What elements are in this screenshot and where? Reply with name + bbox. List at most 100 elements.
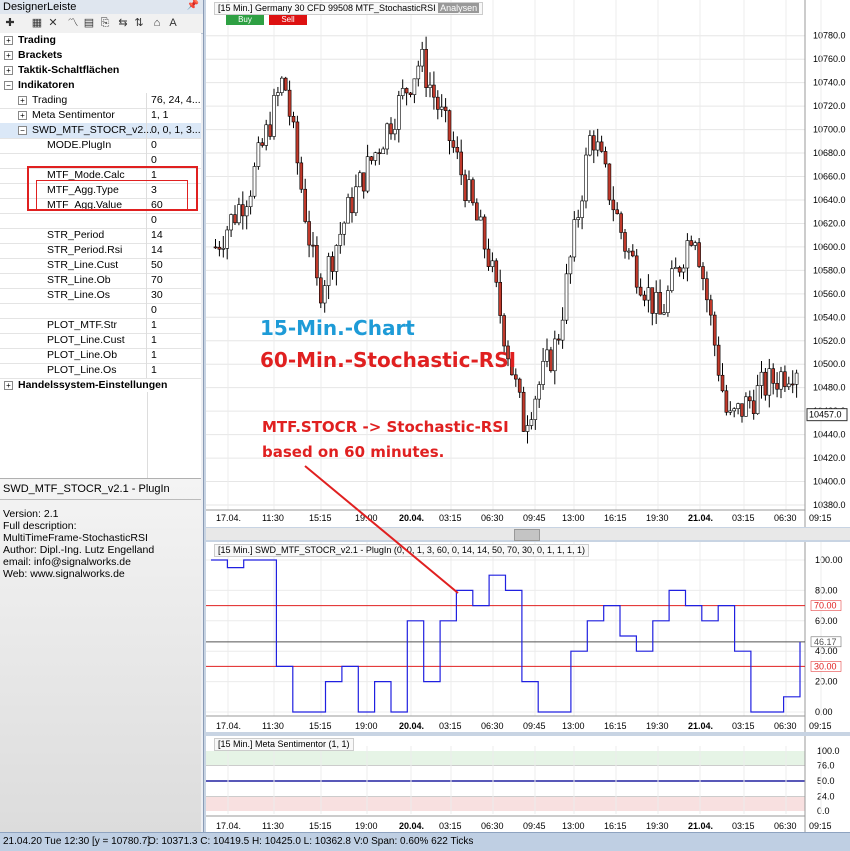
param-value[interactable]: 1 bbox=[146, 363, 201, 378]
indicator-meta-sentimentor[interactable]: + Meta Sentimentor 1, 1 bbox=[0, 108, 201, 124]
param-value[interactable]: 70 bbox=[146, 273, 201, 288]
y-tick-label: 10420.0 bbox=[813, 453, 846, 463]
param-value[interactable]: 1 bbox=[146, 348, 201, 363]
param-label: STR_Line.Ob bbox=[47, 274, 111, 286]
x-tick-label: 11:30 bbox=[262, 821, 284, 831]
sentimentor-pane[interactable]: 100.0 76.0 50.0 24.0 0.0 17.04. 11:30 15:15 19:0… bbox=[206, 736, 850, 832]
candle-body bbox=[276, 92, 280, 96]
param-value[interactable]: 0 bbox=[146, 213, 201, 228]
stochrsi-pane[interactable]: 100.00 80.00 60.00 40.00 20.00 0.00 17.04. 11:3… bbox=[206, 542, 850, 732]
tree-group-taktik[interactable]: + Taktik-Schaltflächen bbox=[0, 63, 201, 78]
delete-icon[interactable]: ✕ bbox=[46, 16, 60, 30]
indicator-trading[interactable]: + Trading 76, 24, 4... bbox=[0, 93, 201, 109]
candle-body bbox=[564, 273, 569, 321]
param-value[interactable]: 30 bbox=[146, 288, 201, 303]
candle-body bbox=[260, 142, 265, 146]
param-row[interactable]: 0 bbox=[0, 303, 201, 319]
info-line: Web: www.signalworks.de bbox=[3, 568, 125, 580]
candle-body bbox=[365, 156, 370, 192]
chart-icon[interactable]: 〽 bbox=[66, 16, 80, 30]
param-row[interactable]: STR_Line.Cust 50 bbox=[0, 258, 201, 274]
y-tick-label: 100.0 bbox=[817, 746, 840, 756]
link-icon[interactable]: ⎘ bbox=[98, 16, 112, 30]
y-tick-label: 10440.0 bbox=[813, 430, 846, 440]
buy-button[interactable]: Buy bbox=[226, 15, 264, 25]
grid-icon[interactable]: ▦ bbox=[30, 16, 44, 30]
price-chart-pane[interactable]: 10780.0 10760.0 10740.0 10720.0 10700.0 10680… bbox=[206, 0, 850, 527]
candle-body bbox=[779, 371, 783, 390]
param-value[interactable]: 0 bbox=[146, 138, 201, 153]
param-value[interactable]: 1 bbox=[146, 333, 201, 348]
home-icon[interactable]: ⌂ bbox=[150, 16, 164, 30]
pin-icon[interactable]: 📌 bbox=[187, 0, 199, 11]
candle-body bbox=[451, 140, 456, 148]
x-tick-label: 19:00 bbox=[355, 513, 378, 523]
candle-body bbox=[385, 123, 389, 150]
y-tick-label: 10700.0 bbox=[813, 125, 846, 135]
param-value[interactable]: 14 bbox=[146, 243, 201, 258]
param-row[interactable]: PLOT_Line.Os 1 bbox=[0, 363, 201, 379]
candle-body bbox=[455, 147, 460, 153]
candle-body bbox=[354, 186, 358, 214]
param-row[interactable]: STR_Period.Rsi 14 bbox=[0, 243, 201, 259]
param-value[interactable]: 0 bbox=[146, 303, 201, 318]
param-value[interactable]: 1 bbox=[146, 318, 201, 333]
param-row[interactable]: PLOT_MTF.Str 1 bbox=[0, 318, 201, 334]
add-icon[interactable]: ✚ bbox=[3, 16, 17, 30]
indicator-swd-stocr[interactable]: − SWD_MTF_STOCR_v2... 0, 0, 1, 3... bbox=[0, 123, 201, 139]
x-tick-label: 20.04. bbox=[399, 721, 424, 731]
candle-body bbox=[720, 374, 725, 392]
candle-body bbox=[744, 396, 748, 417]
candle-body bbox=[591, 135, 596, 151]
candle-body bbox=[283, 77, 288, 91]
tree-group-trading[interactable]: + Trading bbox=[0, 33, 201, 48]
candle-body bbox=[517, 378, 522, 393]
sort-icon[interactable]: ⇅ bbox=[132, 16, 146, 30]
candle-body bbox=[724, 390, 729, 413]
candle-body bbox=[584, 154, 588, 202]
candle-body bbox=[322, 285, 327, 304]
tree-group-handelssystem[interactable]: + Handelssystem-Einstellungen bbox=[0, 378, 201, 393]
lower-zone bbox=[206, 796, 805, 811]
param-row[interactable]: PLOT_Line.Ob 1 bbox=[0, 348, 201, 364]
x-tick-label: 17.04. bbox=[216, 721, 241, 731]
candle-body bbox=[424, 49, 428, 88]
candle-body bbox=[603, 151, 608, 165]
x-tick-label: 09:15 bbox=[809, 513, 832, 523]
level-label: 30.00 bbox=[814, 661, 837, 671]
candle-body bbox=[404, 88, 409, 94]
candle-body bbox=[759, 371, 764, 386]
y-tick-label: 10620.0 bbox=[813, 218, 846, 228]
param-row[interactable]: STR_Line.Ob 70 bbox=[0, 273, 201, 289]
save-icon[interactable]: ▤ bbox=[82, 16, 96, 30]
candle-body bbox=[529, 419, 534, 426]
param-row[interactable]: MODE.PlugIn 0 bbox=[0, 138, 201, 154]
param-value[interactable]: 14 bbox=[146, 228, 201, 243]
candle-body bbox=[599, 141, 604, 152]
candle-body bbox=[794, 372, 799, 385]
arrows-icon[interactable]: ⇆ bbox=[116, 16, 130, 30]
param-row[interactable]: 0 bbox=[0, 213, 201, 229]
candle-body bbox=[240, 204, 245, 217]
last-price-label: 10457.0 bbox=[809, 410, 842, 420]
sell-button[interactable]: Sell bbox=[269, 15, 307, 25]
tree-group-indikatoren[interactable]: − Indikatoren bbox=[0, 78, 201, 93]
param-value[interactable]: 50 bbox=[146, 258, 201, 273]
candle-body bbox=[237, 204, 241, 224]
param-row[interactable]: STR_Period 14 bbox=[0, 228, 201, 244]
x-tick-label: 19:00 bbox=[355, 721, 378, 731]
candle-body bbox=[580, 200, 584, 218]
candle-body bbox=[568, 256, 573, 275]
tree-group-brackets[interactable]: + Brackets bbox=[0, 48, 201, 63]
candle-body bbox=[790, 383, 795, 386]
stochrsi-header: [15 Min.] SWD_MTF_STOCR_v2.1 - PlugIn (0… bbox=[214, 544, 590, 557]
stochrsi-chart[interactable]: 100.00 80.00 60.00 40.00 20.00 0.00 17.04. 11:3… bbox=[206, 542, 850, 732]
param-row[interactable]: STR_Line.Os 30 bbox=[0, 288, 201, 304]
param-row[interactable]: PLOT_Line.Cust 1 bbox=[0, 333, 201, 349]
y-tick-label: 10760.0 bbox=[813, 54, 846, 64]
candle-body bbox=[572, 219, 577, 258]
x-tick-label: 17.04. bbox=[216, 513, 241, 523]
analysen-button[interactable]: Analysen bbox=[438, 3, 480, 13]
scrollbar-thumb[interactable] bbox=[514, 529, 540, 541]
text-icon[interactable]: A bbox=[166, 16, 180, 30]
